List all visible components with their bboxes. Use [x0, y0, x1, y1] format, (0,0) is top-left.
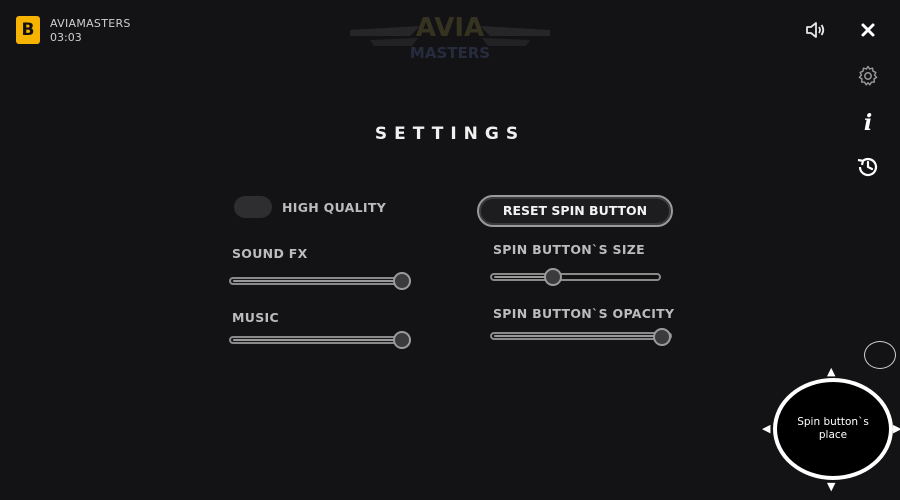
spin-opacity-label: SPIN BUTTON`S OPACITY [493, 306, 675, 321]
brand-logo: B [16, 16, 40, 44]
arrow-right-icon[interactable]: ▶ [893, 422, 900, 435]
settings-title: SETTINGS [374, 124, 526, 144]
sound-fx-label: SOUND FX [232, 246, 308, 261]
game-name: AVIAMASTERS [50, 17, 131, 30]
sound-fx-thumb[interactable] [393, 272, 411, 290]
arrow-down-icon[interactable]: ▼ [827, 480, 835, 493]
game-logo: AVIA MASTERS [350, 13, 550, 62]
high-quality-toggle[interactable] [234, 196, 272, 218]
arrow-left-icon[interactable]: ◀ [762, 422, 770, 435]
music-slider[interactable] [229, 336, 411, 344]
high-quality-label: HIGH QUALITY [282, 200, 387, 215]
logo-line2: MASTERS [410, 44, 490, 62]
close-icon[interactable] [857, 20, 879, 42]
music-thumb[interactable] [393, 331, 411, 349]
sound-fx-slider[interactable] [229, 277, 411, 285]
speaker-icon[interactable] [803, 20, 827, 42]
small-circle-button[interactable] [864, 341, 896, 369]
sound-fx-fill [233, 280, 395, 282]
clock: 03:03 [50, 31, 82, 44]
arrow-up-icon[interactable]: ▲ [827, 365, 835, 378]
history-icon[interactable] [855, 154, 881, 180]
spin-size-slider[interactable] [490, 273, 661, 281]
spin-opacity-slider[interactable] [490, 332, 672, 340]
spin-opacity-thumb[interactable] [653, 328, 671, 346]
spin-opacity-fill [494, 335, 656, 337]
music-fill [233, 339, 395, 341]
spin-place-text: Spin button`s place [797, 416, 869, 441]
spin-size-fill [494, 276, 550, 278]
logo-line1: AVIA [416, 13, 484, 43]
spin-size-thumb[interactable] [544, 268, 562, 286]
spin-size-label: SPIN BUTTON`S SIZE [493, 242, 645, 257]
reset-spin-button[interactable]: RESET SPIN BUTTON [477, 195, 673, 227]
music-label: MUSIC [232, 310, 279, 325]
gear-icon[interactable] [856, 64, 880, 88]
